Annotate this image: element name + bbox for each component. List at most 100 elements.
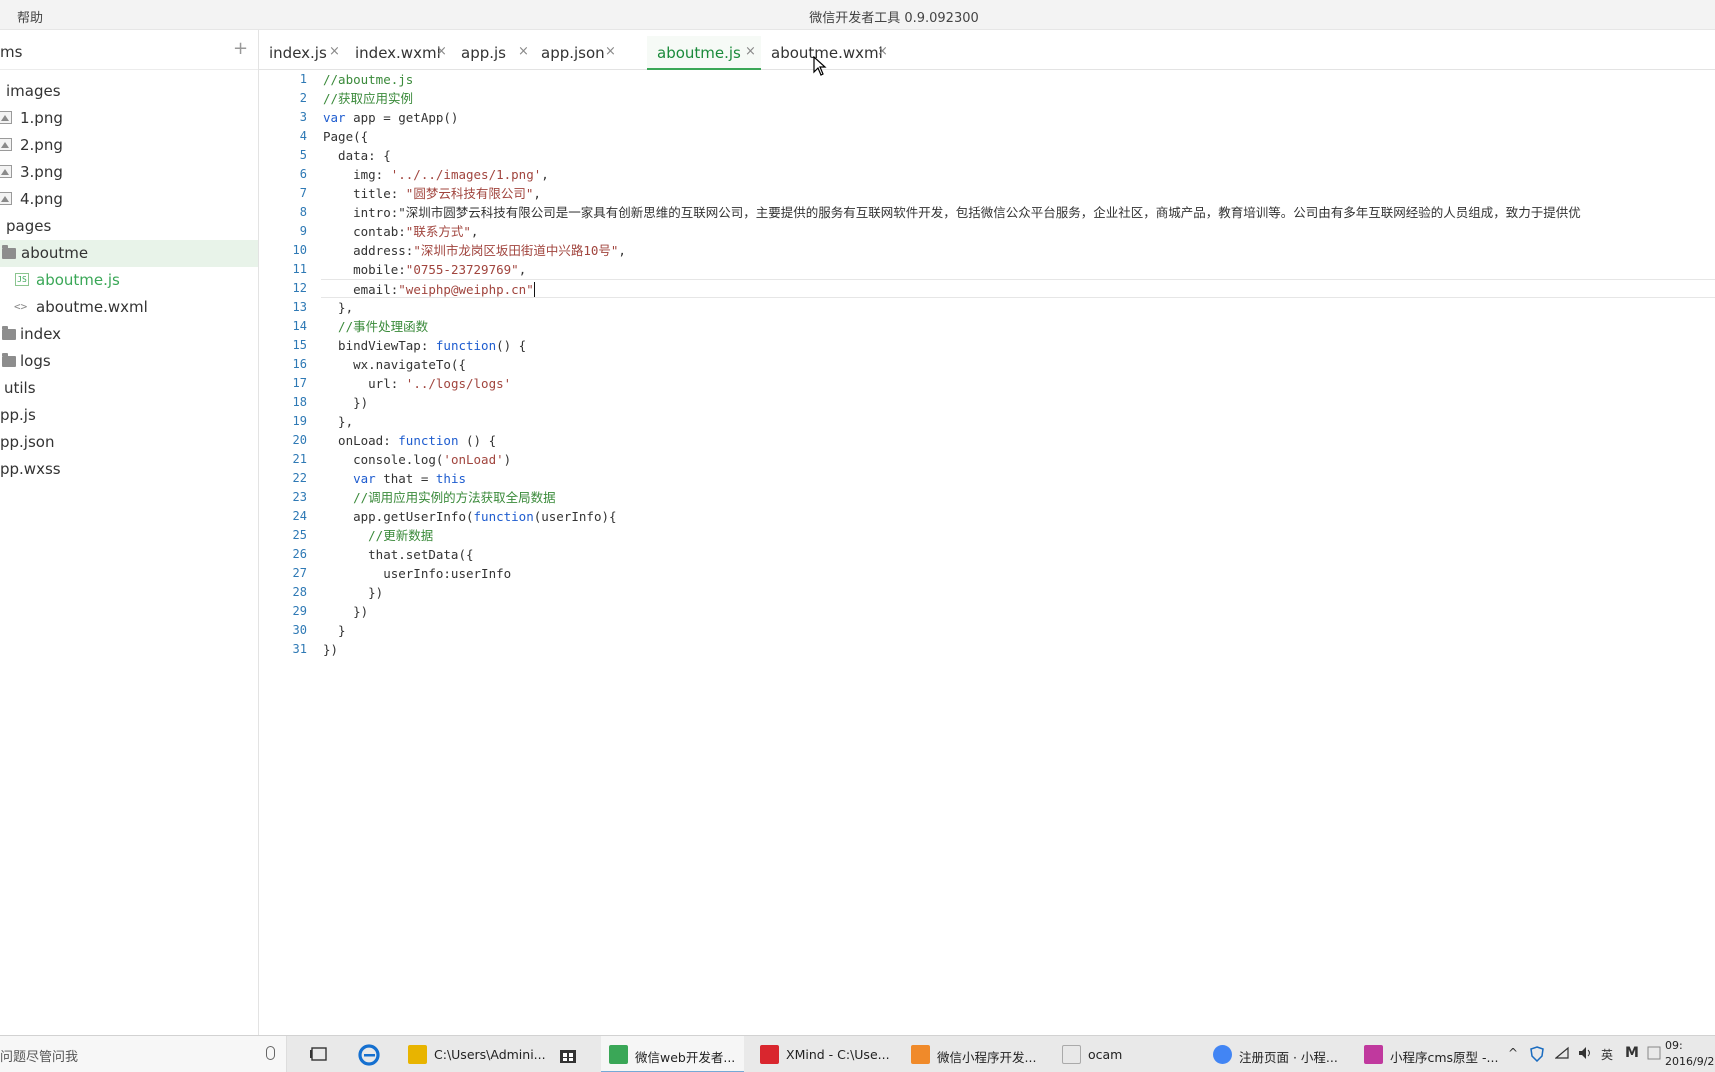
tree-item-app-wxss[interactable]: pp.wxss: [0, 456, 258, 483]
line-number: 27: [292, 566, 307, 580]
task-view-icon[interactable]: [309, 1044, 329, 1068]
prototype-app-icon: [1364, 1045, 1383, 1064]
code-file-icon: <>: [14, 300, 28, 313]
code-line[interactable]: }): [323, 393, 1715, 412]
code-line[interactable]: //更新数据: [323, 526, 1715, 545]
tree-item-images[interactable]: images: [0, 78, 258, 105]
taskbar-item-powerpoint[interactable]: 微信小程序开发...: [903, 1036, 1053, 1072]
code-editor[interactable]: 1 2 3 4 5 6 7 8 9 10 11 12 13 14 15 16 17 18 19 20 21 22 23 24 2…: [259, 70, 1715, 1025]
code-line[interactable]: onLoad: function () {: [323, 431, 1715, 450]
tree-item-logs[interactable]: logs: [0, 348, 258, 375]
tree-item-4-png[interactable]: 4.png: [0, 186, 258, 213]
line-number: 6: [299, 167, 307, 181]
code-line[interactable]: url: '../logs/logs': [323, 374, 1715, 393]
line-number: 16: [292, 357, 307, 371]
store-icon[interactable]: [557, 1044, 579, 1070]
tree-item-index[interactable]: index: [0, 321, 258, 348]
tab-label: app.js: [461, 44, 506, 62]
line-number: 12: [292, 281, 307, 295]
taskbar-item-explorer[interactable]: C:\Users\Admini...: [400, 1036, 550, 1072]
tree-item-label: aboutme.wxml: [36, 298, 148, 316]
code-line[interactable]: userInfo:userInfo: [323, 564, 1715, 583]
edge-browser-icon[interactable]: [358, 1044, 380, 1070]
tree-item-pages[interactable]: pages: [0, 213, 258, 240]
wifi-icon[interactable]: [1554, 1046, 1571, 1063]
volume-icon[interactable]: [1578, 1046, 1594, 1063]
code-line[interactable]: mobile:"0755-23729769",: [323, 260, 1715, 279]
tab-aboutme-js[interactable]: aboutme.js ×: [647, 36, 761, 70]
close-icon[interactable]: ×: [329, 44, 340, 59]
system-clock[interactable]: 09: 2016/9/2: [1665, 1038, 1714, 1070]
tree-item-app-json[interactable]: pp.json: [0, 429, 258, 456]
code-line[interactable]: img: '../../images/1.png',: [323, 165, 1715, 184]
line-number: 10: [292, 243, 307, 257]
chevron-up-icon[interactable]: ^: [1508, 1046, 1518, 1060]
tree-item-2-png[interactable]: 2.png: [0, 132, 258, 159]
ime-icon[interactable]: M: [1625, 1045, 1639, 1061]
tree-item-aboutme-wxml[interactable]: <> aboutme.wxml: [0, 294, 258, 321]
code-line[interactable]: //获取应用实例: [323, 89, 1715, 108]
input-language-indicator[interactable]: 英: [1601, 1046, 1613, 1063]
shield-icon[interactable]: [1530, 1046, 1544, 1065]
code-line[interactable]: bindViewTap: function() {: [323, 336, 1715, 355]
code-line[interactable]: },: [323, 298, 1715, 317]
code-line[interactable]: intro:"深圳市圆梦云科技有限公司是一家具有创新思维的互联网公司，主要提供的…: [323, 203, 1715, 222]
code-content[interactable]: //aboutme.js//获取应用实例 var app = getApp() Pa…: [321, 70, 1715, 659]
tree-item-aboutme[interactable]: aboutme: [0, 240, 258, 267]
notification-icon[interactable]: [1647, 1046, 1661, 1063]
code-line[interactable]: }): [323, 583, 1715, 602]
cortana-search-box[interactable]: 问题尽管问我: [0, 1036, 287, 1072]
close-icon[interactable]: ×: [877, 44, 888, 59]
line-number: 14: [292, 319, 307, 333]
tab-app-json[interactable]: app.json ×: [531, 36, 619, 70]
microphone-icon[interactable]: [266, 1046, 275, 1060]
add-file-icon[interactable]: +: [233, 40, 248, 58]
tab-app-js[interactable]: app.js ×: [451, 36, 531, 70]
line-number: 18: [292, 395, 307, 409]
image-file-icon: [0, 192, 12, 205]
code-line[interactable]: that.setData({: [323, 545, 1715, 564]
code-line[interactable]: wx.navigateTo({: [323, 355, 1715, 374]
tab-index-wxml[interactable]: index.wxml ×: [345, 36, 451, 70]
close-icon[interactable]: ×: [745, 44, 756, 59]
code-line[interactable]: //调用应用实例的方法获取全局数据: [323, 488, 1715, 507]
taskbar-item-chrome[interactable]: 注册页面 · 小程...: [1205, 1036, 1355, 1072]
line-number: 31: [292, 642, 307, 656]
code-line[interactable]: var that = this: [323, 469, 1715, 488]
code-line[interactable]: data: {: [323, 146, 1715, 165]
taskbar-item-xmind[interactable]: XMind - C:\Use...: [752, 1036, 900, 1072]
close-icon[interactable]: ×: [518, 44, 529, 59]
code-line[interactable]: //事件处理函数: [323, 317, 1715, 336]
code-line[interactable]: email:"weiphp@weiphp.cn": [321, 279, 1715, 298]
close-icon[interactable]: ×: [436, 44, 447, 59]
code-line[interactable]: }: [323, 621, 1715, 640]
line-number: 23: [292, 490, 307, 504]
search-placeholder: 问题尽管问我: [0, 1050, 79, 1065]
tab-index-js[interactable]: index.js ×: [259, 36, 345, 70]
editor-tab-bar: index.js × index.wxml × app.js × app.jso…: [259, 36, 1715, 70]
folder-icon: [408, 1045, 427, 1064]
taskbar-item-wechat-devtools[interactable]: 微信web开发者...: [601, 1036, 744, 1072]
code-line[interactable]: Page({: [323, 127, 1715, 146]
tree-item-utils[interactable]: utils: [0, 375, 258, 402]
tree-item-app-js[interactable]: pp.js: [0, 402, 258, 429]
code-line[interactable]: app.getUserInfo(function(userInfo){: [323, 507, 1715, 526]
tree-item-aboutme-js[interactable]: JS aboutme.js: [0, 267, 258, 294]
code-line[interactable]: }): [323, 640, 1715, 659]
code-line[interactable]: address:"深圳市龙岗区坂田街道中兴路10号",: [323, 241, 1715, 260]
tree-item-1-png[interactable]: 1.png: [0, 105, 258, 132]
code-line[interactable]: contab:"联系方式",: [323, 222, 1715, 241]
taskbar-item-axure[interactable]: 小程序cms原型 -...: [1356, 1036, 1504, 1072]
code-line[interactable]: title: "圆梦云科技有限公司",: [323, 184, 1715, 203]
tree-item-label: index: [20, 325, 62, 343]
taskbar-item-ocam[interactable]: ocam: [1054, 1036, 1204, 1072]
line-number: 1: [299, 72, 307, 86]
file-tree: images 1.png 2.png 3.png 4.png pages abo…: [0, 78, 258, 483]
close-icon[interactable]: ×: [605, 44, 616, 59]
code-line[interactable]: }): [323, 602, 1715, 621]
code-line[interactable]: //aboutme.js: [323, 70, 1715, 89]
code-line[interactable]: var app = getApp(): [323, 108, 1715, 127]
tree-item-3-png[interactable]: 3.png: [0, 159, 258, 186]
code-line[interactable]: console.log('onLoad'): [323, 450, 1715, 469]
code-line[interactable]: },: [323, 412, 1715, 431]
